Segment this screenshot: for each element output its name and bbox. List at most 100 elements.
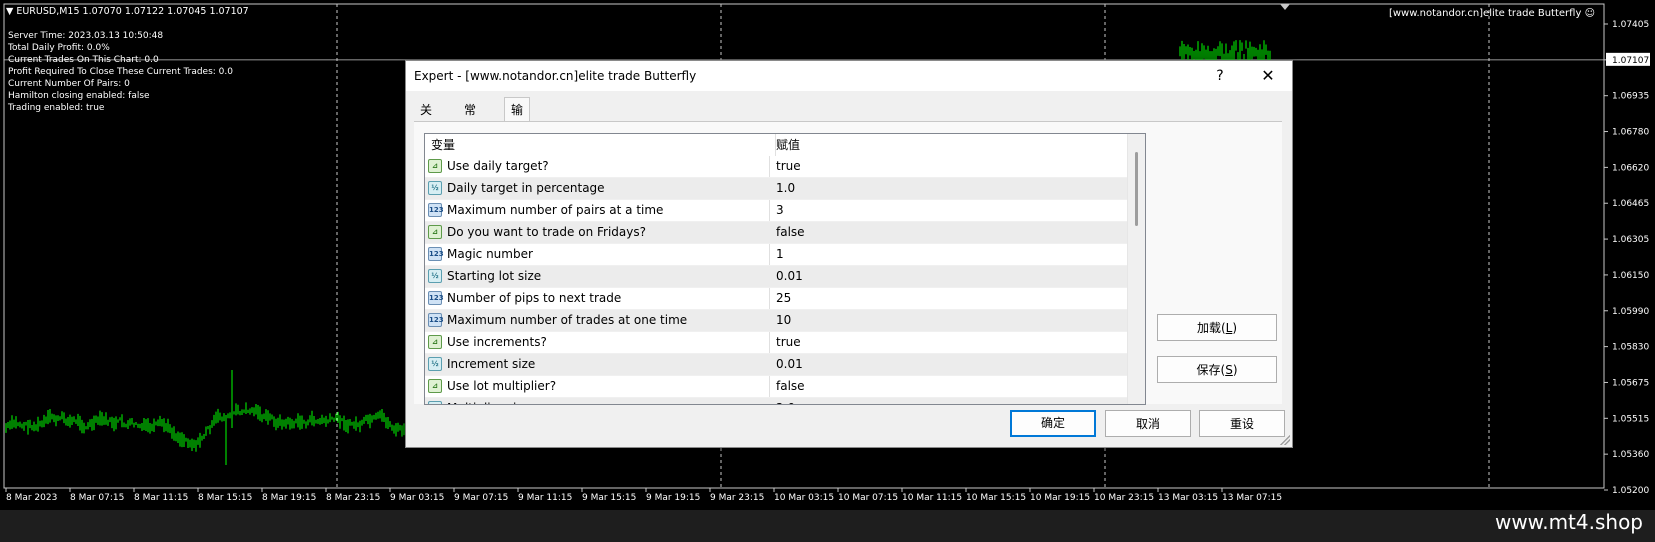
tab-inputs[interactable]: 输入参数: [504, 97, 531, 189]
resize-grip-icon[interactable]: [1280, 435, 1290, 445]
price-label: 1.05515: [1612, 414, 1649, 424]
time-label: 8 Mar 15:15: [198, 493, 252, 503]
dialog-titlebar[interactable]: Expert - [www.notandor.cn]elite trade Bu…: [406, 61, 1292, 91]
save-button-key: S: [1225, 363, 1233, 377]
bool-param-icon: ⊿: [428, 379, 442, 393]
price-label: 1.05360: [1612, 450, 1649, 460]
grid-rows: ⊿ Use daily target? true ½ Daily target in p…: [425, 156, 1128, 404]
table-row[interactable]: ⊿ Use increments? true: [425, 332, 1128, 354]
table-row[interactable]: 123 Maximum number of pairs at a time 3: [425, 200, 1128, 222]
scrollbar-thumb[interactable]: [1135, 152, 1138, 226]
time-label: 9 Mar 07:15: [454, 493, 508, 503]
int-param-icon: 123: [428, 247, 444, 261]
double-param-icon: ½: [428, 181, 442, 195]
tab-about[interactable]: 关于: [414, 99, 438, 139]
table-row[interactable]: ½ Daily target in percentage 1.0: [425, 178, 1128, 200]
close-icon[interactable]: ✕: [1256, 65, 1280, 87]
help-button[interactable]: ?: [1208, 65, 1232, 87]
param-value[interactable]: 1.0: [776, 178, 795, 199]
time-label: 9 Mar 23:15: [710, 493, 764, 503]
save-button[interactable]: 保存(S): [1157, 356, 1277, 383]
time-label: 9 Mar 11:15: [518, 493, 572, 503]
param-name: Maximum number of pairs at a time: [447, 203, 664, 217]
param-value[interactable]: true: [776, 156, 801, 177]
table-row[interactable]: 123 Maximum number of trades at one time 1…: [425, 310, 1128, 332]
table-row[interactable]: 123 Number of pips to next trade 25: [425, 288, 1128, 310]
load-button[interactable]: 加载(L): [1157, 314, 1277, 341]
param-value[interactable]: 0.01: [776, 354, 803, 375]
param-name: Use daily target?: [447, 159, 549, 173]
dialog-title: Expert - [www.notandor.cn]elite trade Bu…: [414, 69, 697, 83]
param-name: Magic number: [447, 247, 533, 261]
time-label: 8 Mar 2023: [6, 493, 57, 503]
param-name: Use increments?: [447, 335, 547, 349]
info-line: Total Daily Profit: 0.0%: [8, 43, 110, 53]
symbol-quote: EURUSD,M15 1.07070 1.07122 1.07045 1.071…: [16, 6, 249, 17]
param-name: Use lot multiplier?: [447, 379, 557, 393]
vertical-scrollbar[interactable]: [1127, 134, 1145, 404]
expert-name-label: [www.notandor.cn]elite trade Butterfly ☺: [1389, 8, 1595, 19]
time-label: 8 Mar 11:15: [134, 493, 188, 503]
double-param-icon: ½: [428, 357, 442, 371]
param-name: Multiplier size: [447, 398, 530, 404]
load-button-label: 加载(: [1196, 321, 1226, 335]
watermark: www.mt4.shop: [1494, 510, 1643, 534]
table-row[interactable]: ½ Starting lot size 0.01: [425, 266, 1128, 288]
param-value[interactable]: true: [776, 332, 801, 353]
time-label: 10 Mar 07:15: [838, 493, 898, 503]
param-name: Do you want to trade on Fridays?: [447, 225, 646, 239]
bool-param-icon: ⊿: [428, 225, 442, 239]
reset-button[interactable]: 重设: [1199, 410, 1285, 437]
cancel-button[interactable]: 取消: [1105, 410, 1191, 437]
param-name: Starting lot size: [447, 269, 542, 283]
param-value[interactable]: false: [776, 222, 805, 243]
column-header-value[interactable]: 赋值: [770, 134, 1126, 156]
price-label: 1.07405: [1612, 20, 1649, 30]
table-row[interactable]: ⊿ Use lot multiplier? false: [425, 376, 1128, 398]
info-line: Profit Required To Close These Current T…: [8, 67, 233, 77]
save-button-suffix: ): [1232, 363, 1238, 377]
expert-properties-dialog: Expert - [www.notandor.cn]elite trade Bu…: [405, 60, 1293, 448]
time-label: 10 Mar 11:15: [902, 493, 962, 503]
expert-name-text: [www.notandor.cn]elite trade Butterfly: [1388, 8, 1582, 19]
period-marker-icon: [1280, 4, 1290, 10]
price-label: 1.05830: [1612, 343, 1649, 353]
chart-symbol-line: ▼ EURUSD,M15 1.07070 1.07122 1.07045 1.0…: [6, 6, 249, 17]
time-label: 13 Mar 07:15: [1222, 493, 1282, 503]
param-value[interactable]: 0.01: [776, 266, 803, 287]
param-value[interactable]: 1: [776, 244, 784, 265]
column-header-variable[interactable]: 变量: [425, 134, 776, 156]
param-name: Increment size: [447, 357, 536, 371]
int-param-icon: 123: [428, 203, 444, 217]
collapse-triangle-icon[interactable]: ▼: [6, 6, 13, 17]
param-value[interactable]: 25: [776, 288, 791, 309]
time-label: 8 Mar 19:15: [262, 493, 316, 503]
ok-button[interactable]: 确定: [1010, 410, 1096, 437]
info-line: Hamilton closing enabled: false: [8, 91, 150, 101]
table-row[interactable]: ⊿ Do you want to trade on Fridays? false: [425, 222, 1128, 244]
time-label: 10 Mar 23:15: [1094, 493, 1154, 503]
save-button-label: 保存(: [1196, 363, 1226, 377]
price-label: 1.05990: [1612, 307, 1649, 317]
price-label: 1.06150: [1612, 271, 1649, 281]
time-label: 13 Mar 03:15: [1158, 493, 1218, 503]
param-value[interactable]: false: [776, 376, 805, 397]
time-label: 8 Mar 23:15: [326, 493, 380, 503]
table-row[interactable]: ⊿ Use daily target? true: [425, 156, 1128, 178]
table-row[interactable]: ½ Increment size 0.01: [425, 354, 1128, 376]
time-label: 10 Mar 19:15: [1030, 493, 1090, 503]
inputs-grid[interactable]: 变量 赋值 ⊿ Use daily target? true ½ Daily targe…: [424, 133, 1146, 405]
table-row[interactable]: ½ Multiplier size 2.0: [425, 398, 1128, 404]
time-label: 10 Mar 15:15: [966, 493, 1026, 503]
price-label: 1.06780: [1612, 128, 1649, 138]
param-value[interactable]: 2.0: [776, 398, 795, 404]
param-value[interactable]: 10: [776, 310, 791, 331]
table-row[interactable]: 123 Magic number 1: [425, 244, 1128, 266]
param-value[interactable]: 3: [776, 200, 784, 221]
int-param-icon: 123: [428, 313, 444, 327]
bool-param-icon: ⊿: [428, 159, 442, 173]
price-label: 1.07107: [1612, 56, 1649, 66]
time-label: 9 Mar 19:15: [646, 493, 700, 503]
bool-param-icon: ⊿: [428, 335, 442, 349]
tab-common[interactable]: 常用: [458, 99, 482, 139]
